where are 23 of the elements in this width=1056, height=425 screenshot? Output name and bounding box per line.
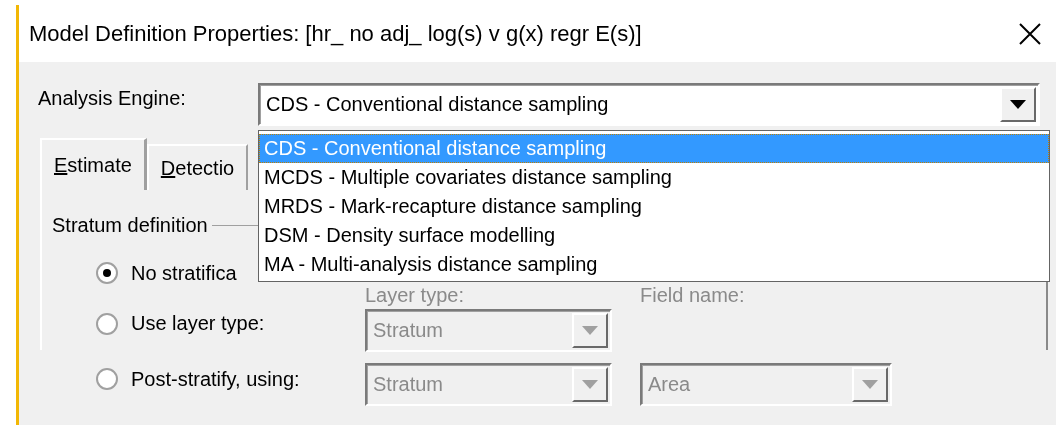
dropdown-option[interactable]: DSM - Density surface modelling: [259, 221, 1049, 250]
dropdown-arrow-icon: [582, 380, 598, 389]
dropdown-arrow-icon: [582, 326, 598, 335]
dropdown-arrow-icon: [1010, 100, 1026, 109]
group-title: Stratum definition: [52, 214, 208, 237]
dropdown-option[interactable]: MA - Multi-analysis distance sampling: [259, 250, 1049, 279]
close-icon[interactable]: [1018, 21, 1042, 46]
dropdown-option[interactable]: MCDS - Multiple covariates distance sampling: [259, 163, 1049, 192]
field-label: Analysis Engine:: [38, 86, 187, 110]
radio-button[interactable]: [95, 261, 119, 285]
dropdown-arrow-icon: [862, 380, 878, 389]
window-title: Model Definition Properties: [hr_ no adj_ log(s) v g(x) regr E(s)]: [29, 20, 642, 47]
radio-label: Post-stratify, using:: [131, 367, 300, 391]
radio-button[interactable]: [95, 311, 119, 336]
radio-button[interactable]: [95, 367, 119, 391]
tab[interactable]: Estimate: [40, 138, 147, 190]
engine-dropdown[interactable]: CDS - Conventional distance sampling: [258, 83, 1040, 126]
field-label: Field name:: [640, 284, 746, 307]
radio-label: Use layer type:: [131, 312, 265, 335]
field-label: Layer type:: [365, 284, 465, 307]
tab[interactable]: Detectio: [146, 144, 249, 190]
radio-label: No stratifica: [131, 261, 237, 285]
dropdown-option[interactable]: MRDS - Mark-recapture distance sampling: [259, 192, 1049, 221]
